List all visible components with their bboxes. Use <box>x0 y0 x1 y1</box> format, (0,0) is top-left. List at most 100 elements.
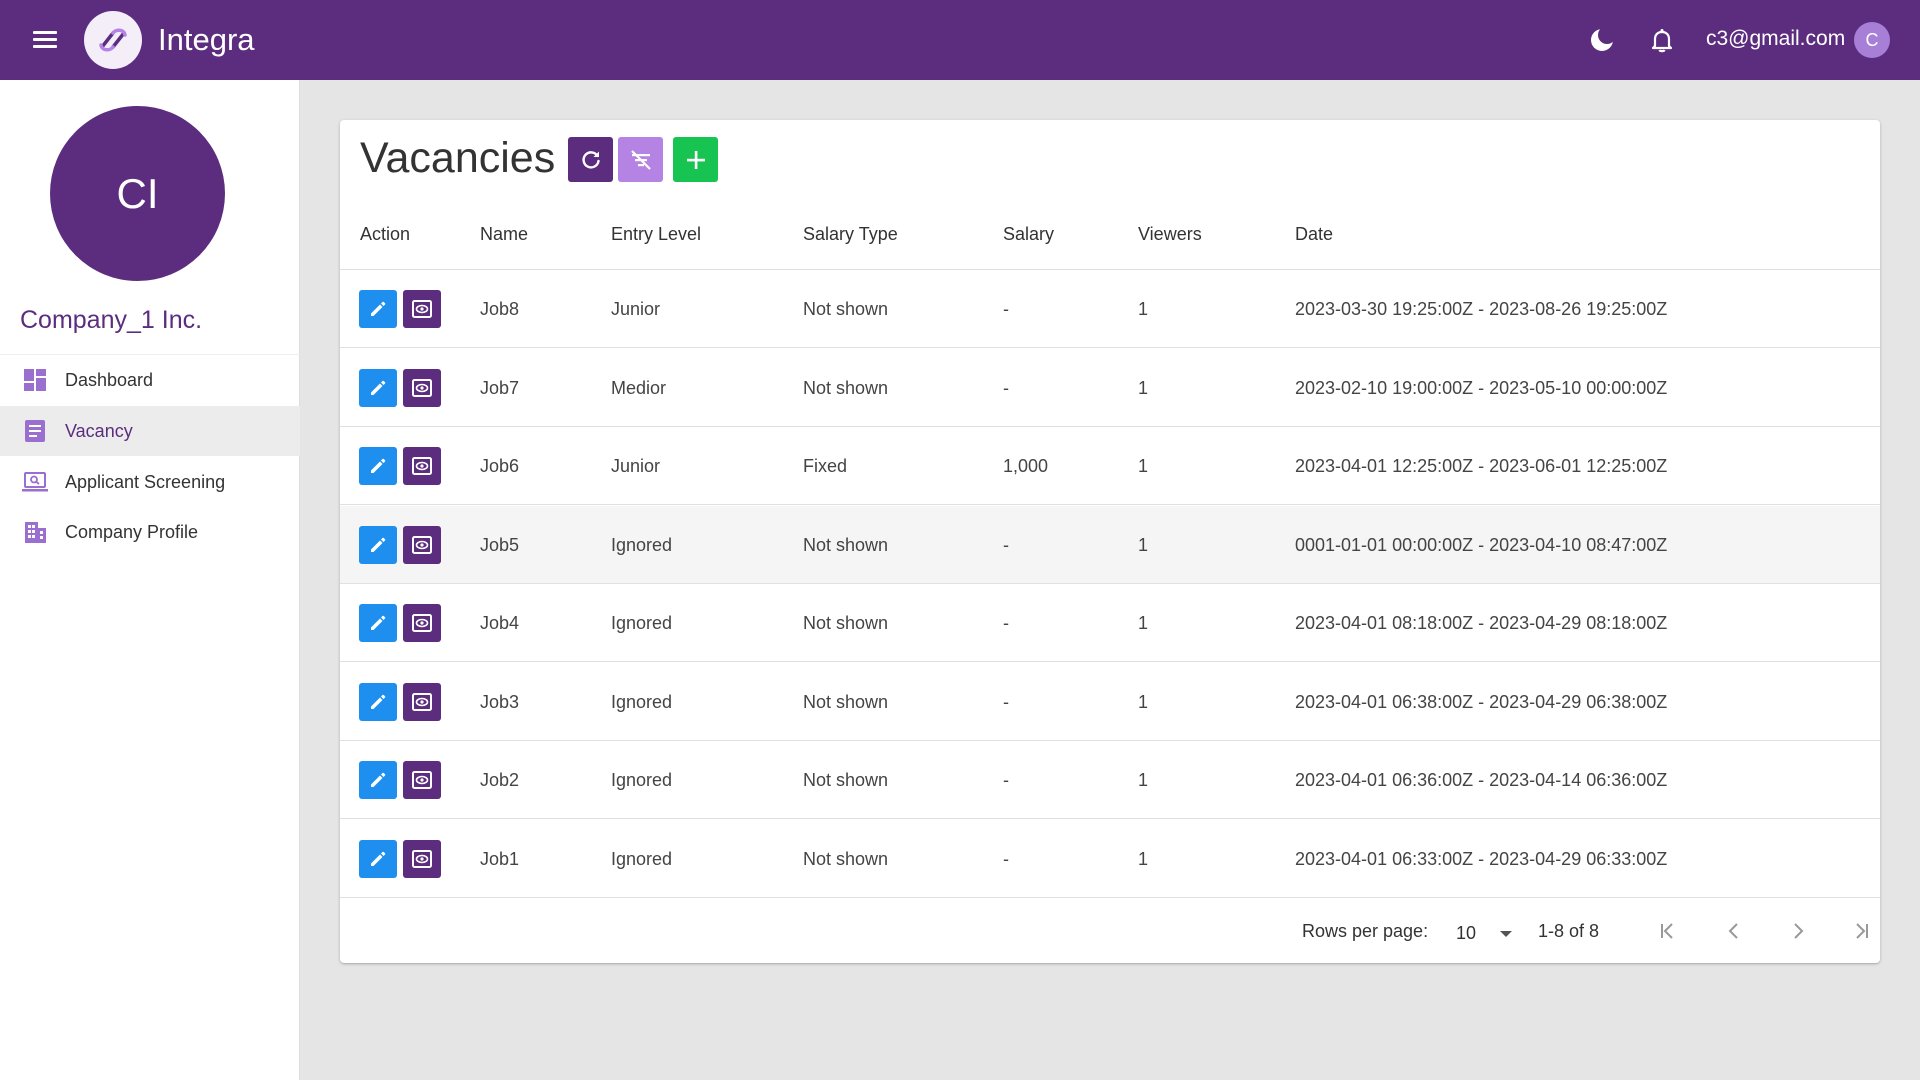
table-row[interactable]: Job1 Ignored Not shown - 1 2023-04-01 06:33:0… <box>340 820 1880 898</box>
chevron-right-icon <box>1794 923 1804 939</box>
cell-viewers: 1 <box>1138 456 1149 476</box>
cell-salary-type: Not shown <box>803 534 889 555</box>
dashboard-icon <box>24 369 46 391</box>
view-button[interactable] <box>403 604 441 642</box>
first-page-button[interactable] <box>1652 915 1684 947</box>
user-email[interactable]: c3@gmail.com <box>1706 27 1845 51</box>
table-row[interactable]: Job7 Medior Not shown - 1 2023-02-10 19:00:00… <box>340 349 1880 427</box>
column-header-date[interactable]: Date <box>1295 224 1333 245</box>
view-button[interactable] <box>403 447 441 485</box>
edit-button[interactable] <box>359 604 397 642</box>
page-title: Vacancies <box>360 134 556 182</box>
rows-per-page-value: 10 <box>1456 923 1477 943</box>
app-title: Integra <box>158 22 255 57</box>
add-vacancy-button[interactable] <box>673 137 718 182</box>
pencil-icon <box>371 537 386 552</box>
cell-salary-type: Not shown <box>803 691 889 712</box>
table-row[interactable]: Job3 Ignored Not shown - 1 2023-04-01 06:38:0… <box>340 663 1880 741</box>
cell-entry-level: Ignored <box>611 848 673 869</box>
cell-entry-level: Ignored <box>611 770 673 790</box>
cell-name: Job2 <box>480 770 520 790</box>
refresh-button[interactable] <box>568 137 613 182</box>
clear-filter-button[interactable] <box>618 137 663 182</box>
notification-bell-icon[interactable] <box>1648 26 1676 54</box>
cell-date: 2023-04-01 06:36:00Z - 2023-04-14 06:36:… <box>1295 770 1668 790</box>
cell-name: Job8 <box>480 299 520 319</box>
view-button[interactable] <box>403 682 441 721</box>
integra-logo-icon[interactable] <box>84 11 142 69</box>
sidebar-item-label: Applicant Screening <box>65 472 226 492</box>
preview-eye-icon <box>412 300 432 318</box>
cell-salary: - <box>1003 299 1009 319</box>
next-page-button[interactable] <box>1782 915 1814 947</box>
table-row[interactable]: Job2 Ignored Not shown - 1 2023-04-01 06:36:0… <box>340 741 1880 819</box>
cell-date: 2023-04-01 12:25:00Z - 2023-06-01 12:25:… <box>1295 456 1668 476</box>
pencil-icon <box>371 772 386 787</box>
cell-date: 2023-02-10 19:00:00Z - 2023-05-10 00:00:… <box>1295 377 1668 398</box>
cell-entry-level: Junior <box>611 456 661 476</box>
refresh-icon <box>581 150 600 169</box>
edit-button[interactable] <box>359 290 397 328</box>
table-row[interactable]: Job4 Ignored Not shown - 1 2023-04-01 08:18:0… <box>340 584 1880 662</box>
cell-viewers: 1 <box>1138 770 1149 790</box>
column-header-name[interactable]: Name <box>480 224 528 245</box>
edit-button[interactable] <box>359 368 397 407</box>
cell-date: 2023-04-01 06:38:00Z - 2023-04-29 06:38:… <box>1295 691 1668 712</box>
preview-eye-icon <box>412 849 432 868</box>
pagination-range: 1-8 of 8 <box>1538 921 1600 941</box>
rows-per-page-select[interactable]: 10 <box>1448 919 1520 949</box>
last-page-icon <box>1856 923 1868 939</box>
view-button[interactable] <box>403 368 441 407</box>
edit-button[interactable] <box>359 447 397 485</box>
cell-viewers: 1 <box>1138 691 1149 712</box>
chevron-left-icon <box>1728 923 1738 939</box>
cell-date: 2023-03-30 19:25:00Z - 2023-08-26 19:25:… <box>1295 299 1668 319</box>
menu-icon[interactable] <box>30 28 60 52</box>
sidebar-item-applicant-screening[interactable]: Applicant Screening <box>0 457 300 507</box>
view-button[interactable] <box>403 525 441 564</box>
table-row[interactable]: Job6 Junior Fixed 1,000 1 2023-04-01 12:25:00… <box>340 427 1880 505</box>
view-button[interactable] <box>403 761 441 799</box>
dark-mode-moon-icon[interactable] <box>1588 26 1616 54</box>
article-icon <box>25 420 45 442</box>
cell-viewers: 1 <box>1138 534 1149 555</box>
cell-salary-type: Not shown <box>803 377 889 398</box>
preview-eye-icon <box>412 457 432 475</box>
table-row[interactable]: Job8 Junior Not shown - 1 2023-03-30 19:25:00… <box>340 270 1880 348</box>
last-page-button[interactable] <box>1845 915 1877 947</box>
company-avatar: CI <box>50 106 225 281</box>
pencil-icon <box>371 615 386 630</box>
cell-viewers: 1 <box>1138 613 1149 633</box>
table-row[interactable]: Job5 Ignored Not shown - 1 0001-01-01 00:00:0… <box>340 505 1880 584</box>
sidebar-item-company-profile[interactable]: Company Profile <box>0 507 300 557</box>
cell-salary-type: Not shown <box>803 848 889 869</box>
edit-button[interactable] <box>359 682 397 721</box>
sidebar-item-dashboard[interactable]: Dashboard <box>0 355 300 405</box>
cell-salary-type: Not shown <box>803 770 889 790</box>
sidebar: CI Company_1 Inc. Dashboard Vacancy Appl… <box>0 80 300 1080</box>
pencil-icon <box>371 458 386 473</box>
edit-button[interactable] <box>359 761 397 799</box>
column-header-viewers[interactable]: Viewers <box>1138 224 1202 245</box>
column-header-salary[interactable]: Salary <box>1003 224 1054 245</box>
pencil-icon <box>371 694 386 709</box>
building-icon <box>25 522 46 543</box>
app-bar: Integra c3@gmail.com C <box>0 0 1920 80</box>
cell-salary: - <box>1003 377 1009 398</box>
cell-name: Job6 <box>480 456 520 476</box>
sidebar-item-vacancy[interactable]: Vacancy <box>0 406 300 456</box>
edit-button[interactable] <box>359 839 397 878</box>
cell-name: Job7 <box>480 377 520 398</box>
edit-button[interactable] <box>359 525 397 564</box>
previous-page-button[interactable] <box>1718 915 1750 947</box>
cell-salary: - <box>1003 770 1009 790</box>
user-avatar[interactable]: C <box>1854 22 1890 58</box>
cell-entry-level: Ignored <box>611 534 673 555</box>
cell-salary: - <box>1003 691 1009 712</box>
view-button[interactable] <box>403 290 441 328</box>
preview-eye-icon <box>412 614 432 632</box>
cell-date: 0001-01-01 00:00:00Z - 2023-04-10 08:47:… <box>1295 534 1668 555</box>
view-button[interactable] <box>403 839 441 878</box>
column-header-entry-level[interactable]: Entry Level <box>611 224 701 245</box>
column-header-salary-type[interactable]: Salary Type <box>803 224 898 245</box>
